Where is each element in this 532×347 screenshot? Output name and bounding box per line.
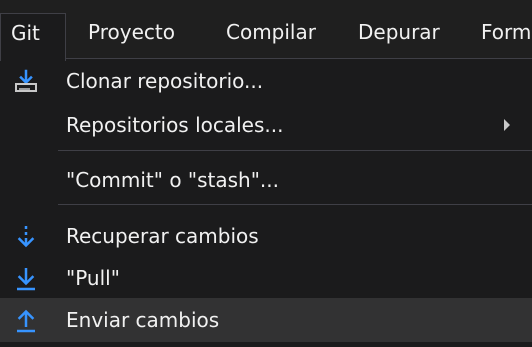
menu-item-label: Clonar repositorio... <box>66 69 264 93</box>
menu-item-label: "Commit" o "stash"... <box>66 168 279 192</box>
menu-formato[interactable]: Form <box>481 13 531 52</box>
menu-item-clone-repository[interactable]: Clonar repositorio... <box>0 60 532 102</box>
menu-item-label: Recuperar cambios <box>66 224 259 248</box>
menu-item-commit-or-stash[interactable]: "Commit" o "stash"... <box>0 159 532 201</box>
pull-arrow-icon <box>17 268 35 291</box>
menu-git[interactable]: Git <box>0 13 66 61</box>
menu-compilar[interactable]: Compilar <box>226 13 316 52</box>
menu-depurar[interactable]: Depurar <box>358 13 440 52</box>
menu-separator <box>58 204 532 205</box>
menu-item-fetch[interactable]: Recuperar cambios <box>0 215 532 257</box>
clone-download-icon <box>15 69 37 92</box>
submenu-arrow-icon <box>504 119 510 131</box>
fetch-arrow-icon <box>17 226 35 248</box>
menu-item-local-repositories[interactable]: Repositorios locales... <box>0 104 532 146</box>
menu-item-label: Repositorios locales... <box>66 113 284 137</box>
menu-bar: Git Proyecto Compilar Depurar Form <box>0 0 532 61</box>
menu-proyecto[interactable]: Proyecto <box>88 13 175 52</box>
menu-item-label: Enviar cambios <box>66 308 220 332</box>
menu-item-label: "Pull" <box>66 266 120 290</box>
menu-separator <box>58 150 532 151</box>
push-arrow-icon <box>17 309 35 333</box>
menu-item-pull[interactable]: "Pull" <box>0 257 532 299</box>
git-dropdown-menu: Clonar repositorio... Repositorios local… <box>0 58 532 347</box>
menu-item-push[interactable]: Enviar cambios <box>0 298 532 342</box>
